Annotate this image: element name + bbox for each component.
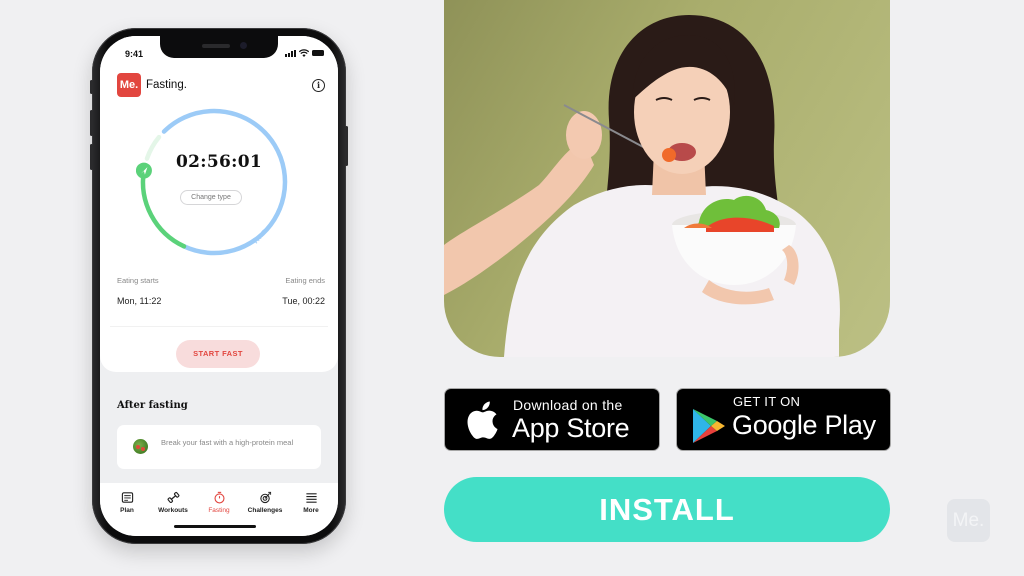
tab-label: Plan	[120, 507, 134, 514]
tab-label: Challenges	[247, 507, 283, 514]
google-play-badge[interactable]: GET IT ON Google Play	[676, 388, 891, 451]
menu-icon	[305, 493, 317, 503]
power-button	[345, 126, 348, 166]
app-store-badge[interactable]: Download on the App Store	[444, 388, 660, 451]
eating-starts-value[interactable]: Mon, 11:22	[117, 296, 161, 306]
eating-ends-value[interactable]: Tue, 00:22	[282, 296, 325, 306]
ring-remaining-arc	[161, 108, 288, 256]
ring-progress-arc	[140, 168, 187, 249]
tab-workouts[interactable]: Workouts	[151, 483, 195, 536]
dumbbell-icon	[167, 491, 179, 504]
tab-label: Workouts	[158, 507, 188, 514]
eating-starts-label: Eating starts	[117, 276, 159, 285]
notch	[160, 36, 278, 58]
info-icon[interactable]: i	[312, 79, 325, 92]
eating-ends-label: Eating ends	[285, 276, 325, 285]
change-type-button[interactable]: Change type	[180, 190, 242, 205]
volume-up-button	[90, 110, 93, 136]
plan-icon	[121, 492, 133, 503]
woman-eating-salad-illustration	[444, 15, 840, 357]
start-fast-button[interactable]: START FAST	[176, 340, 260, 368]
install-button[interactable]: INSTALL	[444, 477, 890, 542]
phone-mockup: 9:41 Me. Fasting. i FAST 02:56:01 Change…	[90, 28, 348, 544]
stopwatch-icon	[213, 491, 225, 504]
tab-plan[interactable]: Plan	[105, 483, 149, 536]
google-play-small-text: GET IT ON	[733, 394, 801, 409]
signal-icon	[285, 50, 296, 57]
fasting-progress-ring: FAST	[136, 108, 288, 256]
apple-icon	[467, 401, 498, 439]
wifi-icon	[299, 49, 309, 57]
google-play-icon	[693, 409, 725, 443]
battery-icon	[312, 50, 324, 56]
google-play-big-text: Google Play	[732, 410, 876, 440]
app-store-big-text: App Store	[512, 413, 630, 443]
app-logo: Me.	[117, 73, 141, 97]
fasting-card: 9:41 Me. Fasting. i FAST 02:56:01 Change…	[100, 36, 338, 372]
mute-switch	[90, 80, 93, 94]
app-store-small-text: Download on the	[513, 397, 623, 413]
fasting-timer: 02:56:01	[176, 152, 262, 172]
brand-watermark: Me.	[947, 499, 990, 542]
status-time: 9:41	[125, 49, 144, 59]
tab-label: Fasting	[208, 507, 230, 514]
after-fasting-tip-card[interactable]: Break your fast with a high-protein meal	[117, 425, 321, 469]
tab-label: More	[303, 507, 319, 514]
front-camera	[240, 42, 247, 49]
home-indicator	[174, 525, 256, 528]
promo-photo	[444, 0, 890, 357]
volume-down-button	[90, 144, 93, 170]
bottom-tab-bar: Plan Workouts Fasting Challenges More	[100, 483, 338, 536]
tab-challenges[interactable]: Challenges	[243, 483, 287, 536]
tip-text: Break your fast with a high-protein meal	[161, 438, 294, 447]
target-icon	[259, 491, 271, 504]
tab-fasting[interactable]: Fasting	[197, 483, 241, 536]
phone-screen: 9:41 Me. Fasting. i FAST 02:56:01 Change…	[100, 36, 338, 536]
after-fasting-title: After fasting	[117, 400, 188, 411]
divider	[110, 326, 328, 327]
app-title: Fasting.	[146, 79, 187, 91]
speaker	[202, 44, 230, 48]
status-icons	[285, 49, 324, 57]
tab-more[interactable]: More	[289, 483, 333, 536]
app-header: Me. Fasting.	[117, 73, 187, 97]
salad-bowl-icon	[133, 439, 148, 454]
